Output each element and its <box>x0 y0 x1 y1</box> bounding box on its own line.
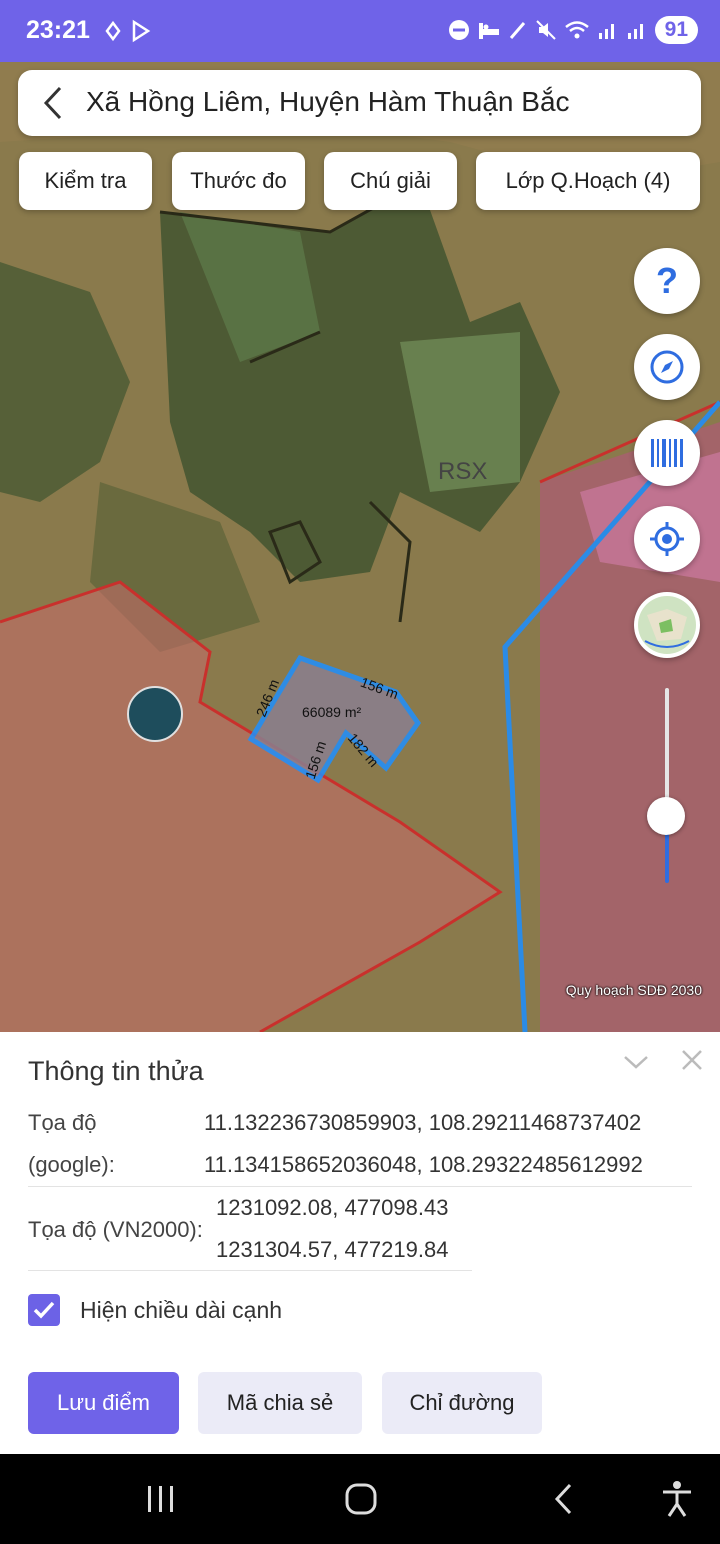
divider <box>28 1186 692 1187</box>
dnd-icon <box>448 20 469 40</box>
compass-button[interactable] <box>634 334 700 400</box>
locate-button[interactable] <box>634 506 700 572</box>
google-coords-label: Tọa độ <box>28 1110 97 1135</box>
planning-layers-button[interactable]: Lớp Q.Hoạch (4) <box>476 152 700 210</box>
parcel-area-label: 66089 m² <box>302 704 362 720</box>
vn2000-coords-label: Tọa độ (VN2000): <box>28 1217 203 1242</box>
panel-title: Thông tin thửa <box>28 1056 204 1086</box>
zone-label: RSX <box>438 458 488 485</box>
close-icon[interactable] <box>680 1048 704 1072</box>
show-edge-lengths-label: Hiện chiều dài cạnh <box>80 1297 283 1323</box>
barcode-icon <box>651 439 683 467</box>
share-code-button[interactable]: Mã chia sẻ <box>198 1372 362 1434</box>
system-nav-bar <box>0 1454 720 1544</box>
zoom-slider-handle[interactable] <box>647 797 685 835</box>
location-title: Xã Hồng Liêm, Huyện Hàm Thuận Bắc <box>86 86 570 117</box>
check-button[interactable]: Kiểm tra <box>19 152 152 210</box>
google-coord-value: 11.134158652036048, 108.29322485612992 <box>204 1152 643 1177</box>
divider <box>28 1270 472 1271</box>
zoom-slider-track[interactable] <box>665 688 669 883</box>
system-icons: 91 <box>448 16 698 44</box>
google-coords-label-suffix: (google): <box>28 1152 115 1177</box>
compass-icon <box>650 350 684 384</box>
map-thumbnail-icon <box>638 596 696 654</box>
mute-icon <box>535 20 556 40</box>
back-icon[interactable] <box>552 1482 576 1516</box>
back-arrow-icon[interactable] <box>40 84 66 122</box>
wifi-icon <box>564 21 589 39</box>
pen-icon <box>509 22 525 39</box>
legend-button[interactable]: Chú giải <box>324 152 457 210</box>
crosshair-icon <box>650 522 684 556</box>
accessibility-icon[interactable] <box>660 1480 694 1518</box>
measure-button[interactable]: Thước đo <box>172 152 305 210</box>
home-icon[interactable] <box>344 1482 378 1516</box>
signal-icon-2 <box>627 24 643 39</box>
bed-icon <box>478 23 499 39</box>
barcode-button[interactable] <box>634 420 700 486</box>
google-coord-value: 11.132236730859903, 108.29211468737402 <box>204 1110 642 1135</box>
notification-icons <box>104 18 154 49</box>
directions-button[interactable]: Chỉ đường <box>382 1372 542 1434</box>
recent-apps-icon[interactable] <box>146 1484 176 1514</box>
location-bar[interactable]: Xã Hồng Liêm, Huyện Hàm Thuận Bắc <box>18 70 701 136</box>
save-point-button[interactable]: Lưu điểm <box>28 1372 179 1434</box>
status-bar: 23:21 91 <box>0 0 720 62</box>
map-credit: Quy hoạch SDĐ 2030 <box>565 982 702 998</box>
checkmark-icon <box>33 1301 55 1319</box>
vn2000-coord-value: 1231092.08, 477098.43 <box>216 1195 449 1220</box>
show-edge-lengths-checkbox[interactable] <box>28 1294 60 1326</box>
status-time: 23:21 <box>26 16 90 44</box>
collapse-chevron-icon[interactable] <box>622 1048 650 1076</box>
help-button[interactable]: ? <box>634 248 700 314</box>
signal-icon <box>598 24 614 39</box>
map-type-button[interactable] <box>634 592 700 658</box>
question-icon: ? <box>656 260 678 301</box>
vn2000-coord-value: 1231304.57, 477219.84 <box>216 1237 449 1262</box>
battery-indicator: 91 <box>654 16 698 44</box>
